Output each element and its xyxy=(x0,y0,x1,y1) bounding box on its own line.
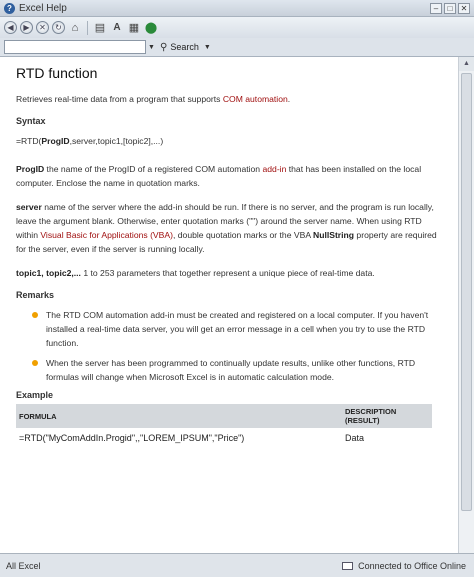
progid-term: ProgID xyxy=(16,164,45,174)
topic-description: topic1, topic2,... 1 to 253 parameters t… xyxy=(16,266,446,280)
syntax-line: =RTD(ProgID,server,topic1,[topic2],...) xyxy=(16,134,446,148)
forward-icon[interactable]: ▶ xyxy=(20,21,33,34)
intro-text-end: . xyxy=(287,94,291,104)
remark-text: The RTD COM automation add-in must be cr… xyxy=(46,310,429,348)
connection-status[interactable]: Connected to Office Online xyxy=(342,561,466,571)
toolbar: ◀ ▶ ✕ ↻ ⌂ ▤ A ▦ ⬤ xyxy=(0,17,474,38)
syntax-args: ,server,topic1,[topic2],...) xyxy=(69,136,164,146)
add-in-link[interactable]: add-in xyxy=(262,164,286,174)
server-description: server name of the server where the add-… xyxy=(16,200,446,256)
title-bar: ? Excel Help – □ ✕ xyxy=(0,0,474,17)
progid-text: the name of the ProgID of a registered C… xyxy=(44,164,263,174)
search-icon: ⚲ xyxy=(160,41,168,53)
server-text-mid: , double quotation marks or the VBA xyxy=(173,230,313,240)
search-button[interactable]: ⚲ Search ▼ xyxy=(160,42,212,53)
remarks-heading: Remarks xyxy=(16,290,55,300)
bullet-icon xyxy=(32,360,38,366)
server-term: server xyxy=(16,202,42,212)
refresh-icon[interactable]: ↻ xyxy=(52,21,65,34)
progid-description: ProgID the name of the ProgID of a regis… xyxy=(16,162,446,190)
list-item: The RTD COM automation add-in must be cr… xyxy=(30,308,448,350)
table-row: =RTD("MyComAddIn.Progid",,"LOREM_IPSUM",… xyxy=(16,428,432,448)
page-title: RTD function xyxy=(16,65,98,81)
home-icon[interactable]: ⌂ xyxy=(68,21,82,35)
stop-icon[interactable]: ✕ xyxy=(36,21,49,34)
table-header-row: FORMULA DESCRIPTION (RESULT) xyxy=(16,404,432,428)
search-bar: ▼ ⚲ Search ▼ xyxy=(0,38,474,57)
scroll-up-icon[interactable]: ▲ xyxy=(459,57,474,71)
connection-status-text: Connected to Office Online xyxy=(358,560,466,571)
table-of-contents-icon[interactable]: ▦ xyxy=(127,21,141,35)
window-title: Excel Help xyxy=(19,2,67,14)
vertical-scrollbar[interactable]: ▲ xyxy=(458,57,474,553)
formula-cell: =RTD("MyComAddIn.Progid",,"LOREM_IPSUM",… xyxy=(19,433,245,443)
vba-link[interactable]: Visual Basic for Applications (VBA) xyxy=(40,230,173,240)
bullet-icon xyxy=(32,312,38,318)
remarks-list: The RTD COM automation add-in must be cr… xyxy=(30,308,448,384)
description-cell: Data xyxy=(345,433,365,443)
search-input[interactable] xyxy=(4,40,146,54)
syntax-heading: Syntax xyxy=(16,116,46,126)
example-table: FORMULA DESCRIPTION (RESULT) =RTD("MyCom… xyxy=(16,404,432,448)
search-button-label: Search xyxy=(170,42,199,52)
nullstring-term: NullString xyxy=(312,230,355,240)
maximize-button[interactable]: □ xyxy=(444,2,456,14)
list-item: When the server has been programmed to c… xyxy=(30,356,448,384)
help-app-icon: ? xyxy=(4,2,15,14)
text-size-icon[interactable]: A xyxy=(110,21,124,35)
close-button[interactable]: ✕ xyxy=(458,2,470,14)
formula-column-header: FORMULA xyxy=(16,404,342,428)
minimize-button[interactable]: – xyxy=(430,2,442,14)
print-icon[interactable]: ▤ xyxy=(93,21,107,35)
connection-icon xyxy=(342,561,354,570)
intro-text-part: Retrieves real-time data from a program … xyxy=(16,94,223,104)
topic-text: 1 to 253 parameters that together repres… xyxy=(80,268,375,278)
example-heading: Example xyxy=(16,390,54,400)
description-column-header: DESCRIPTION (RESULT) xyxy=(342,404,432,428)
scroll-thumb[interactable] xyxy=(461,73,472,511)
back-icon[interactable]: ◀ xyxy=(4,21,17,34)
chevron-down-icon: ▼ xyxy=(203,43,211,51)
window-controls: – □ ✕ xyxy=(430,2,470,14)
search-dropdown-icon[interactable]: ▼ xyxy=(148,44,156,51)
status-bar: All Excel Connected to Office Online xyxy=(0,553,474,577)
syntax-prefix: =RTD( xyxy=(16,136,42,146)
remark-text: When the server has been programmed to c… xyxy=(46,358,416,382)
com-automation-link[interactable]: COM automation xyxy=(223,94,288,104)
syntax-progid: ProgID xyxy=(41,136,70,146)
toolbar-divider xyxy=(87,20,88,35)
topic-term: topic1, topic2,... xyxy=(16,268,81,278)
search-scope-status[interactable]: All Excel xyxy=(6,561,342,571)
help-article: RTD function Retrieves real-time data fr… xyxy=(0,57,458,553)
keep-on-top-icon[interactable]: ⬤ xyxy=(144,21,158,35)
intro-text: Retrieves real-time data from a program … xyxy=(16,92,446,106)
